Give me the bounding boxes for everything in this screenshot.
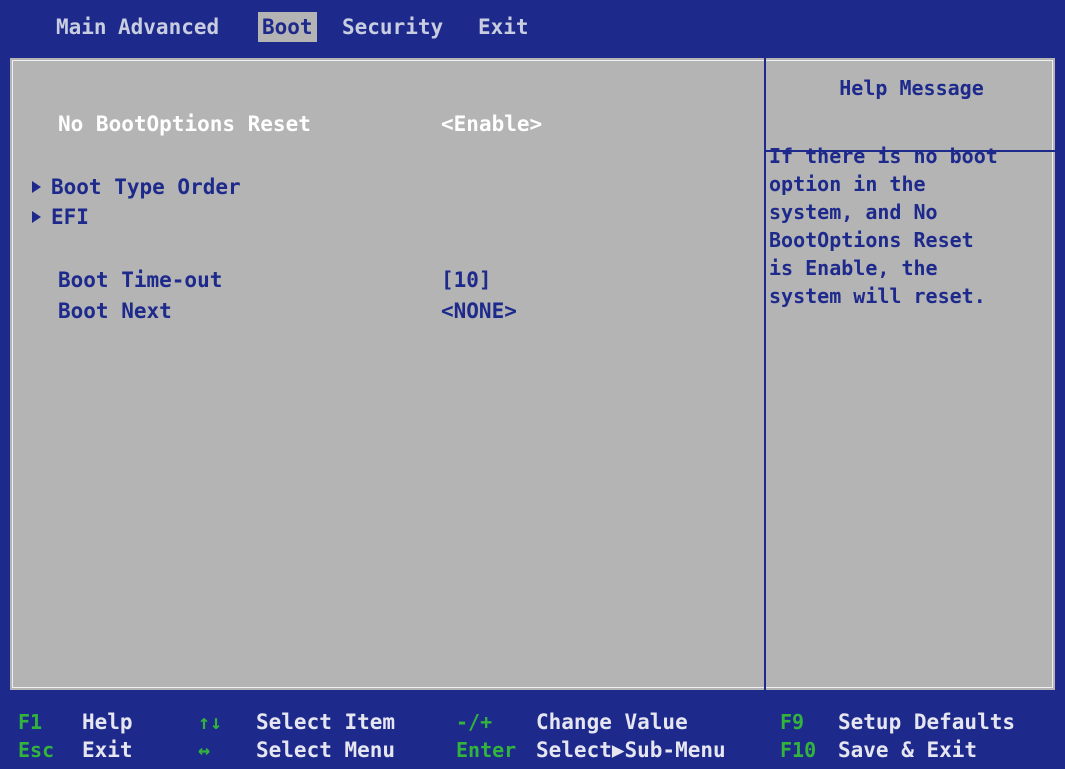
f1-key: F1 [18,710,43,734]
select-item-desc: Select Item [256,710,396,734]
help-line-5: is Enable, the [769,256,938,280]
save-exit-desc: Save & Exit [838,738,978,762]
help-line-6: system will reset. [769,284,986,308]
left-right-arrows-icon: ↔ [198,738,211,762]
help-line-3: system, and No [769,200,938,224]
tab-main[interactable]: Main [52,12,111,42]
esc-desc: Exit [82,738,133,762]
tab-boot[interactable]: Boot [258,12,317,42]
efi-label: EFI [51,205,89,229]
menu-bar: Main Advanced Boot Security Exit [0,0,1065,46]
help-line-4: BootOptions Reset [769,228,974,252]
f10-key: F10 [780,738,817,762]
no-bootoptions-reset-value[interactable]: <Enable> [441,110,542,138]
boot-next-label[interactable]: Boot Next [58,297,172,325]
boot-type-order-label: Boot Type Order [51,175,241,199]
boot-timeout-label[interactable]: Boot Time-out [58,266,222,294]
tab-security[interactable]: Security [338,12,447,42]
f9-key: F9 [780,710,805,734]
no-bootoptions-reset-label[interactable]: No BootOptions Reset [58,110,311,138]
up-down-arrows-icon: ↑↓ [198,710,223,734]
f1-desc: Help [82,710,133,734]
key-legend: F1 Help Esc Exit ↑↓ Select Item ↔ Select… [0,700,1065,769]
boot-next-value[interactable]: <NONE> [441,297,517,325]
setup-defaults-desc: Setup Defaults [838,710,1016,734]
submenu-arrow-icon [32,181,41,193]
tab-advanced[interactable]: Advanced [114,12,223,42]
submenu-arrow-icon [32,211,41,223]
select-submenu-desc: Select▶Sub-Menu [536,738,726,762]
efi-item[interactable]: EFI [32,203,89,231]
tab-exit[interactable]: Exit [474,12,533,42]
boot-type-order-item[interactable]: Boot Type Order [32,173,241,201]
minus-plus-key: -/+ [456,710,493,734]
help-line-2: option in the [769,172,926,196]
esc-key: Esc [18,738,55,762]
help-title: Help Message [839,76,984,100]
help-line-1: If there is no boot [769,144,998,168]
enter-key: Enter [456,738,517,762]
boot-timeout-value[interactable]: [10] [441,266,492,294]
select-menu-desc: Select Menu [256,738,396,762]
change-value-desc: Change Value [536,710,688,734]
